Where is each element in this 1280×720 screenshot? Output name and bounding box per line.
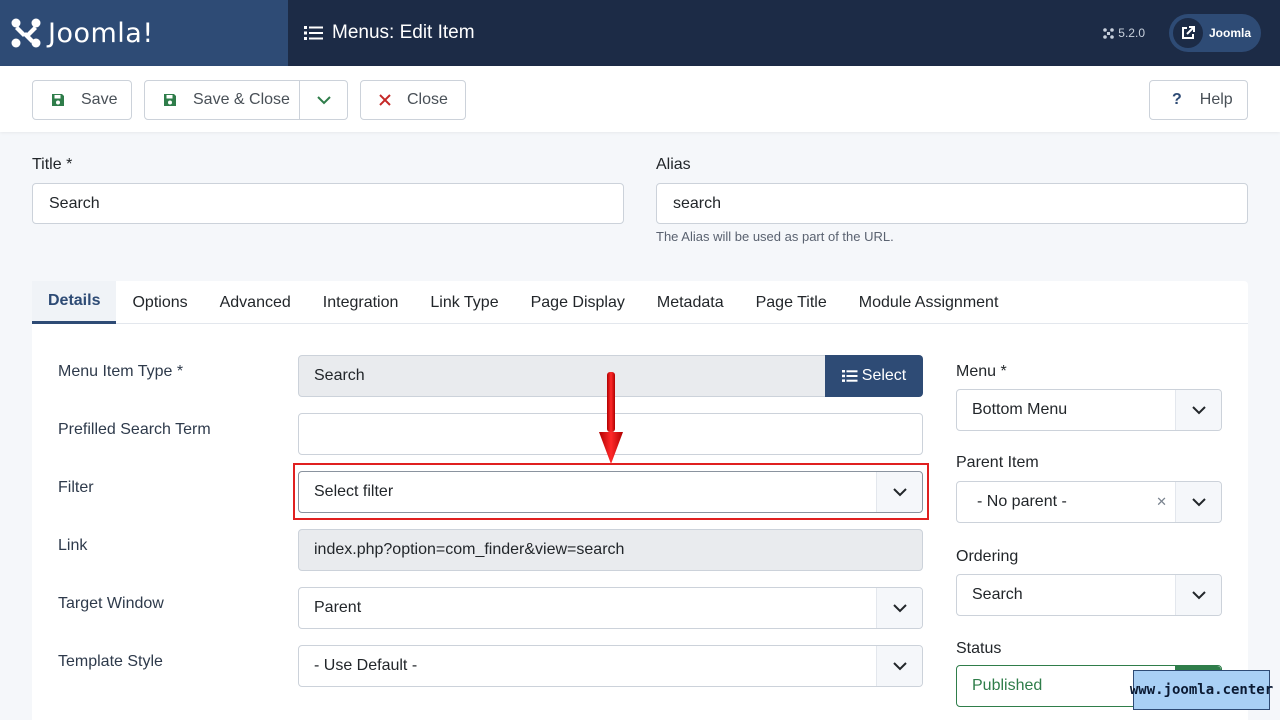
view-site-label: Joomla (1209, 26, 1252, 40)
question-icon: ? (1172, 91, 1182, 108)
chevron-down-icon (876, 588, 922, 628)
save-close-button[interactable]: Save & Close (144, 80, 348, 120)
app-header: Joomla! Menus: Edit Item 5.2.0 Joomla (0, 0, 1280, 66)
save-options-dropdown[interactable] (300, 81, 348, 119)
parent-item-select[interactable]: - No parent - ✕ (956, 481, 1222, 523)
tab-details[interactable]: Details (32, 281, 117, 324)
tab-integration[interactable]: Integration (307, 281, 415, 324)
menu-label: Menu * (956, 363, 1007, 380)
prefilled-search-label: Prefilled Search Term (58, 421, 211, 438)
menu-item-type-label: Menu Item Type * (58, 363, 184, 380)
ordering-value: Search (972, 586, 1023, 603)
red-arrow-icon (599, 372, 623, 464)
alias-label: Alias (656, 156, 691, 173)
save-label: Save (81, 91, 118, 108)
select-label: Select (861, 367, 907, 384)
tab-page-display[interactable]: Page Display (515, 281, 641, 324)
status-label: Status (956, 640, 1002, 657)
parent-item-label: Parent Item (956, 454, 1039, 471)
alias-input[interactable]: search (656, 183, 1248, 224)
close-icon (379, 94, 391, 106)
help-button[interactable]: ? Help (1149, 80, 1248, 120)
chevron-down-icon (1175, 390, 1221, 430)
version-info: 5.2.0 (1103, 0, 1145, 66)
link-label: Link (58, 537, 88, 554)
version-text: 5.2.0 (1118, 26, 1145, 40)
tab-metadata[interactable]: Metadata (641, 281, 740, 324)
view-site-button[interactable]: Joomla (1169, 14, 1261, 52)
help-label: Help (1199, 91, 1233, 108)
watermark: www.joomla.center (1130, 670, 1273, 710)
template-style-label: Template Style (58, 653, 163, 670)
tab-options[interactable]: Options (116, 281, 203, 324)
save-button[interactable]: Save (32, 80, 132, 120)
page-title-text: Menus: Edit Item (332, 22, 475, 43)
save-icon (51, 93, 65, 107)
alias-hint: The Alias will be used as part of the UR… (656, 229, 894, 244)
ordering-select[interactable]: Search (956, 574, 1222, 616)
filter-highlight-box (293, 463, 929, 520)
menu-select[interactable]: Bottom Menu (956, 389, 1222, 431)
tab-link-type[interactable]: Link Type (414, 281, 514, 324)
list-icon (841, 369, 858, 383)
menu-value: Bottom Menu (972, 401, 1068, 418)
tab-page-title[interactable]: Page Title (740, 281, 843, 324)
filter-label: Filter (58, 479, 94, 496)
parent-item-value: - No parent - (977, 493, 1067, 510)
ordering-label: Ordering (956, 548, 1019, 565)
list-icon (304, 26, 323, 40)
select-type-button[interactable]: Select (825, 355, 923, 397)
chevron-down-icon (1175, 482, 1221, 522)
page-title: Menus: Edit Item (304, 0, 475, 66)
close-label: Close (407, 91, 448, 108)
tab-bar: Details Options Advanced Integration Lin… (32, 281, 1248, 324)
chevron-down-icon (1175, 575, 1221, 615)
logo-text: Joomla! (48, 17, 154, 49)
chevron-down-icon (876, 646, 922, 686)
joomla-logo[interactable]: Joomla! (0, 0, 288, 66)
chevron-down-icon (317, 95, 331, 104)
save-close-label: Save & Close (193, 91, 290, 108)
tab-advanced[interactable]: Advanced (204, 281, 307, 324)
title-label: Title * (32, 156, 73, 173)
save-icon (163, 93, 177, 107)
target-window-label: Target Window (58, 595, 164, 612)
target-window-value: Parent (314, 599, 362, 616)
clear-icon[interactable]: ✕ (1156, 482, 1167, 522)
toolbar: Save Save & Close Close ? Help (0, 66, 1280, 132)
template-style-select[interactable]: - Use Default - (298, 645, 923, 687)
joomla-version-icon (1103, 27, 1115, 39)
tab-module-assignment[interactable]: Module Assignment (843, 281, 1015, 324)
joomla-logo-icon (11, 18, 41, 48)
status-value: Published (972, 677, 1043, 694)
template-style-value: - Use Default - (314, 657, 418, 674)
external-link-icon (1173, 18, 1203, 48)
close-button[interactable]: Close (360, 80, 466, 120)
target-window-select[interactable]: Parent (298, 587, 923, 629)
link-field: index.php?option=com_finder&view=search (298, 529, 923, 571)
menu-item-type-field: Search (298, 355, 826, 397)
title-input[interactable]: Search (32, 183, 624, 224)
